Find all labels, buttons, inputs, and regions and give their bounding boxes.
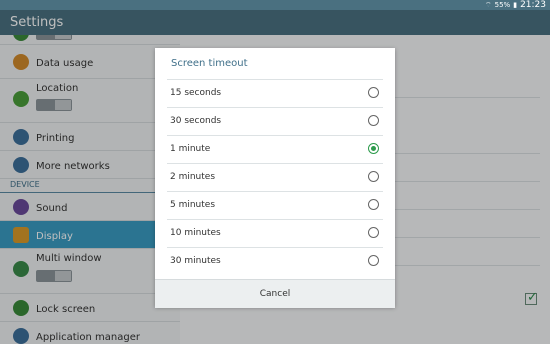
timeout-option[interactable]: 30 minutes	[167, 247, 383, 275]
timeout-option[interactable]: 5 minutes	[167, 191, 383, 219]
option-label: 2 minutes	[170, 172, 216, 182]
option-label: 5 minutes	[170, 200, 216, 210]
timeout-options: 15 seconds 30 seconds 1 minute 2 minutes…	[167, 79, 383, 275]
radio-button[interactable]	[368, 171, 379, 182]
status-bar: ⌔ 55% ▮ 21:23	[0, 0, 550, 10]
timeout-option[interactable]: 1 minute	[167, 135, 383, 163]
option-label: 30 minutes	[170, 256, 221, 266]
radio-button[interactable]	[368, 227, 379, 238]
option-label: 1 minute	[170, 144, 211, 154]
battery-percent: 55%	[494, 1, 511, 9]
option-label: 15 seconds	[170, 88, 222, 98]
cancel-button[interactable]: Cancel	[155, 279, 395, 308]
battery-icon: ▮	[513, 1, 518, 9]
timeout-option[interactable]: 2 minutes	[167, 163, 383, 191]
dialog-title: Screen timeout	[171, 58, 248, 69]
timeout-option[interactable]: 30 seconds	[167, 107, 383, 135]
clock: 21:23	[520, 0, 546, 10]
timeout-option[interactable]: 10 minutes	[167, 219, 383, 247]
screen-timeout-dialog: Screen timeout 15 seconds 30 seconds 1 m…	[155, 48, 395, 308]
radio-button[interactable]	[368, 199, 379, 210]
radio-button-selected[interactable]	[368, 143, 379, 154]
radio-button[interactable]	[368, 115, 379, 126]
radio-button[interactable]	[368, 87, 379, 98]
option-label: 10 minutes	[170, 228, 221, 238]
radio-button[interactable]	[368, 255, 379, 266]
status-icons: ⌔ 55% ▮ 21:23	[485, 0, 546, 10]
timeout-option[interactable]: 15 seconds	[167, 79, 383, 107]
wifi-icon: ⌔	[485, 0, 492, 9]
option-label: 30 seconds	[170, 116, 222, 126]
